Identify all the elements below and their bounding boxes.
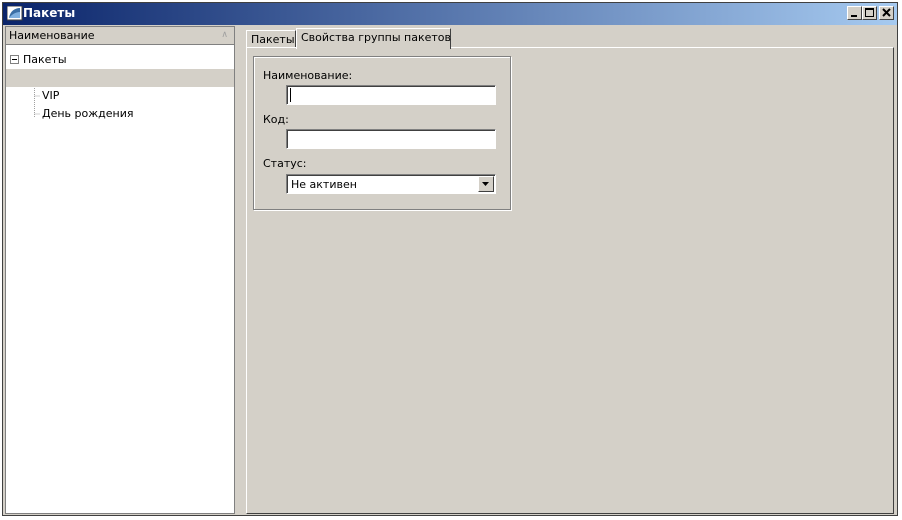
- collapse-icon[interactable]: [10, 55, 19, 64]
- code-field[interactable]: [286, 129, 496, 149]
- code-label: Код:: [263, 113, 289, 126]
- packages-tree-panel: Наименование ∧ Пакеты VIP День рождения: [5, 26, 235, 514]
- minimize-button[interactable]: [847, 6, 862, 20]
- tree-item-birthday[interactable]: День рождения: [6, 105, 234, 123]
- window-title: Пакеты: [23, 6, 76, 20]
- sort-arrow-icon: ∧: [221, 30, 228, 40]
- window-app-icon: [6, 5, 23, 21]
- minimize-icon: [851, 15, 857, 17]
- status-select[interactable]: Не активен: [286, 174, 496, 194]
- tree-item-vip[interactable]: VIP: [6, 87, 234, 105]
- tab-label: Свойства группы пакетов: [301, 31, 452, 44]
- text-caret: [290, 88, 291, 102]
- status-dropdown-button[interactable]: [478, 176, 494, 192]
- tree-root-label: Пакеты: [23, 53, 67, 66]
- status-value: Не активен: [291, 178, 357, 191]
- maximize-button[interactable]: [862, 6, 877, 20]
- status-label: Статус:: [263, 157, 307, 170]
- title-bar[interactable]: Пакеты: [3, 3, 897, 25]
- tree-item-selected-new[interactable]: [6, 69, 234, 87]
- tree-item-label: День рождения: [42, 107, 134, 120]
- close-button[interactable]: [879, 6, 894, 20]
- group-properties-box: Наименование: Код: Статус: Не активен: [253, 56, 511, 210]
- tree-root-packages[interactable]: Пакеты: [6, 51, 234, 69]
- tree-item-label: VIP: [42, 89, 60, 102]
- tab-group-properties[interactable]: Свойства группы пакетов: [296, 28, 451, 49]
- close-icon: [882, 8, 891, 17]
- tab-label: Пакеты: [251, 33, 295, 46]
- tab-content: Наименование: Код: Статус: Не активен: [246, 47, 894, 514]
- maximize-icon: [865, 8, 874, 17]
- details-panel: Пакеты Свойства группы пакетов Наименова…: [243, 26, 897, 515]
- tab-packages[interactable]: Пакеты: [246, 30, 296, 48]
- application-window: Пакеты Наименование ∧ Пакеты VIP День ро…: [2, 2, 898, 516]
- name-field[interactable]: [286, 85, 496, 105]
- pane-splitter[interactable]: [235, 26, 243, 514]
- name-label: Наименование:: [263, 69, 353, 82]
- chevron-down-icon: [482, 182, 489, 186]
